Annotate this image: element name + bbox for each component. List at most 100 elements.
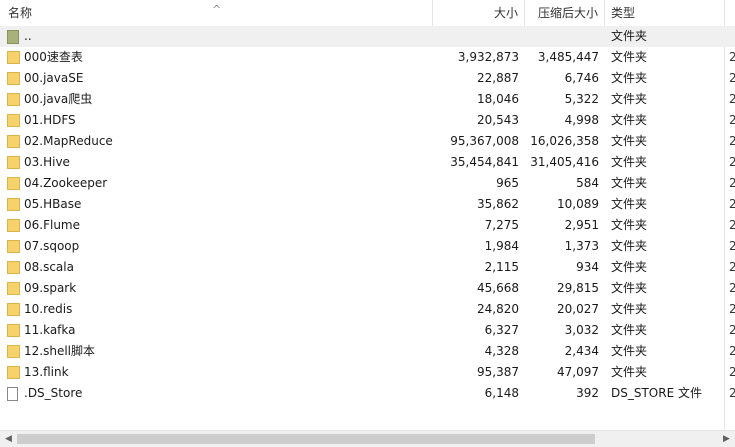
item-size: 4,328 <box>484 344 519 358</box>
list-item[interactable]: .DS_Store 6,148 392 DS_STORE 文件 2 <box>0 383 735 404</box>
list-item[interactable]: 09.spark 45,668 29,815 文件夹 2 <box>0 278 735 299</box>
item-size: 35,454,841 <box>450 155 519 169</box>
folder-icon <box>7 156 20 169</box>
item-compressed-size: 4,998 <box>564 113 599 127</box>
item-name: 00.java爬虫 <box>24 92 93 106</box>
scroll-left-icon[interactable]: ◀ <box>0 432 17 447</box>
list-item[interactable]: 05.HBase 35,862 10,089 文件夹 2 <box>0 194 735 215</box>
list-item[interactable]: 12.shell脚本 4,328 2,434 文件夹 2 <box>0 341 735 362</box>
item-next-column: 2 <box>729 113 735 127</box>
item-next-column: 2 <box>729 155 735 169</box>
item-name: 000速查表 <box>24 50 83 64</box>
item-next-column: 2 <box>729 218 735 232</box>
scrollbar-thumb[interactable] <box>17 434 595 444</box>
folder-icon <box>7 72 20 85</box>
item-size: 45,668 <box>477 281 519 295</box>
list-item[interactable]: 13.flink 95,387 47,097 文件夹 2 <box>0 362 735 383</box>
list-item[interactable]: 000速查表 3,932,873 3,485,447 文件夹 2 <box>0 47 735 68</box>
item-name: 02.MapReduce <box>24 134 113 148</box>
item-next-column: 2 <box>729 134 735 148</box>
item-next-column: 2 <box>729 323 735 337</box>
item-name: .. <box>24 29 32 43</box>
parent-folder-row[interactable]: .. 文件夹 <box>0 26 735 47</box>
item-compressed-size: 16,026,358 <box>530 134 599 148</box>
item-next-column: 2 <box>729 197 735 211</box>
item-next-column: 2 <box>729 386 735 400</box>
item-size: 24,820 <box>477 302 519 316</box>
item-type: DS_STORE 文件 <box>611 386 702 400</box>
folder-icon <box>7 177 20 190</box>
list-item[interactable]: 00.java爬虫 18,046 5,322 文件夹 2 <box>0 89 735 110</box>
item-compressed-size: 20,027 <box>557 302 599 316</box>
item-compressed-size: 934 <box>576 260 599 274</box>
item-type: 文件夹 <box>611 239 648 253</box>
folder-icon <box>7 51 20 64</box>
item-size: 20,543 <box>477 113 519 127</box>
column-header-type[interactable]: 类型 <box>605 0 725 26</box>
item-compressed-size: 5,322 <box>564 92 599 106</box>
item-compressed-size: 47,097 <box>557 365 599 379</box>
item-name: 09.spark <box>24 281 77 295</box>
folder-icon <box>7 240 20 253</box>
item-name: .DS_Store <box>24 386 83 400</box>
item-next-column: 2 <box>729 260 735 274</box>
list-item[interactable]: 06.Flume 7,275 2,951 文件夹 2 <box>0 215 735 236</box>
item-compressed-size: 6,746 <box>564 71 599 85</box>
item-type: 文件夹 <box>611 92 648 106</box>
list-item[interactable]: 11.kafka 6,327 3,032 文件夹 2 <box>0 320 735 341</box>
item-next-column: 2 <box>729 302 735 316</box>
list-item[interactable]: 10.redis 24,820 20,027 文件夹 2 <box>0 299 735 320</box>
item-compressed-size: 584 <box>576 176 599 190</box>
column-header-name-label: 名称 <box>8 6 33 20</box>
item-size: 18,046 <box>477 92 519 106</box>
item-type: 文件夹 <box>611 155 648 169</box>
folder-icon <box>7 261 20 274</box>
item-type: 文件夹 <box>611 260 648 274</box>
item-type: 文件夹 <box>611 71 648 85</box>
list-item[interactable]: 08.scala 2,115 934 文件夹 2 <box>0 257 735 278</box>
column-header-name[interactable]: 名称 ^ <box>0 0 433 26</box>
folder-icon <box>7 198 20 211</box>
item-name: 11.kafka <box>24 323 76 337</box>
folder-icon <box>7 324 20 337</box>
list-item[interactable]: 04.Zookeeper 965 584 文件夹 2 <box>0 173 735 194</box>
item-compressed-size: 31,405,416 <box>530 155 599 169</box>
folder-icon <box>7 345 20 358</box>
item-compressed-size: 392 <box>576 386 599 400</box>
item-name: 06.Flume <box>24 218 80 232</box>
item-next-column: 2 <box>729 176 735 190</box>
list-item[interactable]: 07.sqoop 1,984 1,373 文件夹 2 <box>0 236 735 257</box>
list-item[interactable]: 01.HDFS 20,543 4,998 文件夹 2 <box>0 110 735 131</box>
file-list: .. 文件夹 000速查表 3,932,873 3,485,447 文件夹 2 00.java… <box>0 26 735 404</box>
item-type: 文件夹 <box>611 176 648 190</box>
item-next-column <box>729 26 735 47</box>
item-next-column: 2 <box>729 239 735 253</box>
sort-ascending-icon: ^ <box>212 3 222 16</box>
list-item[interactable]: 00.javaSE 22,887 6,746 文件夹 2 <box>0 68 735 89</box>
item-size: 6,148 <box>484 386 519 400</box>
folder-icon <box>7 93 20 106</box>
column-header-size[interactable]: 大小 <box>433 0 525 26</box>
item-next-column: 2 <box>729 281 735 295</box>
item-name: 12.shell脚本 <box>24 344 95 358</box>
item-next-column: 2 <box>729 71 735 85</box>
column-header-compressed-size[interactable]: 压缩后大小 <box>525 0 605 26</box>
item-type: 文件夹 <box>611 197 648 211</box>
item-size: 3,932,873 <box>457 50 519 64</box>
item-size <box>433 26 519 47</box>
item-next-column: 2 <box>729 92 735 106</box>
item-type: 文件夹 <box>611 218 648 232</box>
item-compressed-size: 3,485,447 <box>537 50 599 64</box>
item-type: 文件夹 <box>611 281 648 295</box>
folder-icon <box>7 303 20 316</box>
list-item[interactable]: 02.MapReduce 95,367,008 16,026,358 文件夹 2 <box>0 131 735 152</box>
item-name: 08.scala <box>24 260 74 274</box>
folder-up-icon <box>7 30 20 44</box>
item-compressed-size: 1,373 <box>564 239 599 253</box>
list-item[interactable]: 03.Hive 35,454,841 31,405,416 文件夹 2 <box>0 152 735 173</box>
item-size: 6,327 <box>484 323 519 337</box>
scroll-right-icon[interactable]: ▶ <box>718 432 735 447</box>
item-name: 07.sqoop <box>24 239 80 253</box>
horizontal-scrollbar[interactable]: ◀ ▶ <box>0 430 735 447</box>
item-size: 965 <box>496 176 519 190</box>
